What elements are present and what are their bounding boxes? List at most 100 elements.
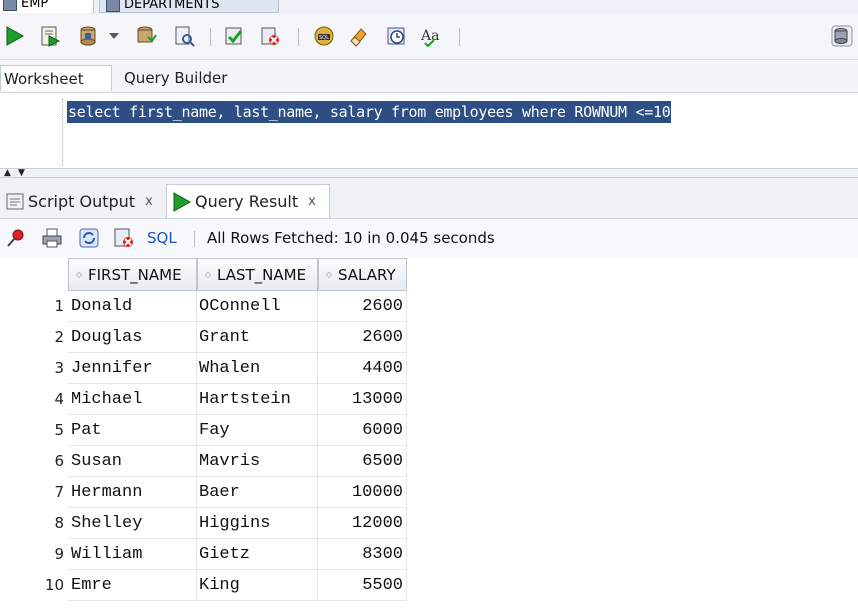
- row-number: 3: [54, 359, 64, 377]
- column-header-label: FIRST_NAME: [88, 265, 182, 284]
- sql-link[interactable]: SQL: [147, 228, 177, 248]
- column-header-last-name[interactable]: ◇ LAST_NAME: [197, 258, 318, 291]
- document-tab-strip: EMP DEPARTMENTS: [0, 0, 858, 14]
- collapse-down-icon[interactable]: ▼: [18, 169, 25, 178]
- cell-first-name[interactable]: Douglas: [68, 322, 197, 353]
- autotrace-icon[interactable]: [134, 24, 158, 48]
- collapse-up-icon[interactable]: ▲: [4, 169, 11, 178]
- cell-last-name[interactable]: Higgins: [197, 508, 318, 539]
- format-aa-icon[interactable]: Aa: [420, 24, 444, 48]
- cell-last-name[interactable]: Gietz: [197, 539, 318, 570]
- run-result-icon: [171, 191, 191, 212]
- toolbar-separator: [194, 231, 195, 247]
- print-icon[interactable]: [40, 226, 64, 250]
- row-number: 2: [54, 328, 64, 346]
- worksheet-toolbar: SQL Aa: [0, 14, 858, 60]
- cell-first-name[interactable]: Michael: [68, 384, 197, 415]
- row-number: 7: [54, 483, 64, 501]
- cell-salary[interactable]: 13000: [318, 384, 407, 415]
- cell-first-name[interactable]: Pat: [68, 415, 197, 446]
- cell-last-name[interactable]: King: [197, 570, 318, 601]
- row-number: 6: [54, 452, 64, 470]
- row-number: 4: [54, 390, 64, 408]
- run-statement-icon[interactable]: [2, 24, 26, 48]
- close-icon[interactable]: x: [145, 194, 153, 209]
- fetch-status: All Rows Fetched: 10 in 0.045 seconds: [207, 229, 495, 247]
- sort-icon[interactable]: ◇: [74, 266, 84, 284]
- toolbar-separator: [459, 28, 460, 46]
- row-number: 1: [54, 297, 64, 315]
- commit-icon[interactable]: [76, 24, 100, 48]
- cell-first-name[interactable]: Jennifer: [68, 353, 197, 384]
- doc-tab-label: EMP: [21, 0, 49, 11]
- column-header-first-name[interactable]: ◇ FIRST_NAME: [68, 258, 197, 291]
- svg-text:Aa: Aa: [420, 28, 439, 44]
- doc-tab-label: DEPARTMENTS: [124, 0, 220, 12]
- cell-last-name[interactable]: Fay: [197, 415, 318, 446]
- cancel-query-icon[interactable]: [112, 226, 136, 250]
- pin-icon[interactable]: [4, 226, 28, 250]
- cell-salary[interactable]: 8300: [318, 539, 407, 570]
- sort-icon[interactable]: ◇: [203, 266, 213, 284]
- result-toolbar: SQL All Rows Fetched: 10 in 0.045 second…: [0, 219, 858, 257]
- dropdown-arrow-icon[interactable]: [106, 24, 122, 48]
- row-number: 8: [54, 514, 64, 532]
- sql-editor[interactable]: select first_name, last_name, salary fro…: [0, 93, 858, 168]
- cell-salary[interactable]: 6500: [318, 446, 407, 477]
- refresh-icon[interactable]: [77, 226, 101, 250]
- tab-label: Query Result: [195, 192, 299, 211]
- cell-last-name[interactable]: Baer: [197, 477, 318, 508]
- tab-script-output[interactable]: Script Output x: [2, 184, 162, 218]
- sql-history-icon[interactable]: SQL: [312, 24, 336, 48]
- cell-last-name[interactable]: OConnell: [197, 291, 318, 322]
- cell-salary[interactable]: 2600: [318, 291, 407, 322]
- explain-plan-icon[interactable]: [172, 24, 196, 48]
- script-output-icon: [5, 191, 25, 211]
- rollback-icon[interactable]: [258, 24, 282, 48]
- sql-tuning-icon[interactable]: [222, 24, 246, 48]
- row-number: 9: [54, 545, 64, 563]
- row-number: 5: [54, 421, 64, 439]
- cell-first-name[interactable]: William: [68, 539, 197, 570]
- db-connection-icon[interactable]: [830, 24, 854, 48]
- cell-first-name[interactable]: Donald: [68, 291, 197, 322]
- close-icon[interactable]: x: [308, 194, 316, 209]
- cell-last-name[interactable]: Grant: [197, 322, 318, 353]
- cell-salary[interactable]: 2600: [318, 322, 407, 353]
- run-script-icon[interactable]: [38, 24, 62, 48]
- gutter-divider: [62, 99, 64, 165]
- cell-salary[interactable]: 4400: [318, 353, 407, 384]
- output-tab-bar: Script Output x Query Result x: [0, 178, 858, 219]
- sort-icon[interactable]: ◇: [324, 266, 334, 284]
- column-header-label: LAST_NAME: [217, 265, 307, 284]
- clock-icon[interactable]: [384, 24, 408, 48]
- column-header-salary[interactable]: ◇ SALARY: [318, 258, 407, 291]
- doc-tab-emp[interactable]: EMP: [0, 0, 94, 13]
- cell-salary[interactable]: 10000: [318, 477, 407, 508]
- column-header-label: SALARY: [338, 265, 396, 284]
- table-icon: [106, 0, 120, 12]
- pane-splitter[interactable]: ▲ ▼: [0, 168, 858, 178]
- tab-query-builder[interactable]: Query Builder: [124, 65, 227, 91]
- cell-first-name[interactable]: Hermann: [68, 477, 197, 508]
- tab-label: Script Output: [28, 191, 136, 211]
- tab-query-result[interactable]: Query Result x: [166, 184, 330, 218]
- editor-gutter: [0, 93, 58, 168]
- cell-first-name[interactable]: Susan: [68, 446, 197, 477]
- toolbar-separator: [298, 28, 299, 46]
- sql-worksheet-icon: [3, 0, 17, 11]
- sql-statement[interactable]: select first_name, last_name, salary fro…: [67, 101, 672, 123]
- editor-tab-bar: Worksheet Query Builder: [0, 60, 858, 93]
- cell-first-name[interactable]: Emre: [68, 570, 197, 601]
- doc-tab-departments[interactable]: DEPARTMENTS: [99, 0, 279, 13]
- cell-salary[interactable]: 12000: [318, 508, 407, 539]
- cell-last-name[interactable]: Hartstein: [197, 384, 318, 415]
- svg-text:SQL: SQL: [319, 35, 329, 41]
- cell-last-name[interactable]: Mavris: [197, 446, 318, 477]
- eraser-icon[interactable]: [346, 24, 370, 48]
- cell-salary[interactable]: 5500: [318, 570, 407, 601]
- cell-salary[interactable]: 6000: [318, 415, 407, 446]
- cell-last-name[interactable]: Whalen: [197, 353, 318, 384]
- tab-worksheet[interactable]: Worksheet: [0, 65, 112, 91]
- cell-first-name[interactable]: Shelley: [68, 508, 197, 539]
